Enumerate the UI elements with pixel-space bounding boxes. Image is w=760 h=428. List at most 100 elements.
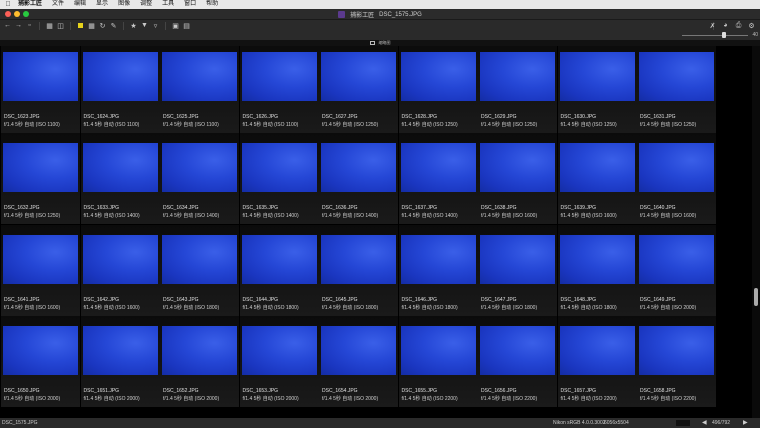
layout-icon[interactable]: ▤ [182,21,191,30]
thumbnail-image[interactable] [162,52,237,101]
thumbnail-image[interactable] [400,325,476,375]
settings-icon[interactable]: ⚙ [747,21,756,30]
thumbnail-cell[interactable]: DSC_1647.JPG f/1.4 5秒 自动 (ISO 1800) [478,224,557,316]
thumbnail-image[interactable] [400,143,476,193]
menu-file[interactable]: 文件 [47,0,69,9]
thumbnail-image[interactable] [162,143,237,193]
thumbnail-image[interactable] [639,234,714,284]
thumbnail-image[interactable] [162,325,237,375]
thumbnail-image[interactable] [3,143,78,193]
thumbnail-image[interactable] [82,143,158,193]
thumbnail-image[interactable] [241,325,317,375]
thumbnail-cell[interactable]: DSC_1658.JPG f/1.4 5秒 自动 (ISO 2200) [637,315,716,407]
thumbnail-image[interactable] [639,143,714,193]
thumbnail-cell[interactable]: DSC_1646.JPG f/1.4 5秒 自动 (ISO 1800) [398,224,478,316]
thumbnail-cell[interactable]: DSC_1634.JPG f/1.4 5秒 自动 (ISO 1400) [160,133,239,225]
menu-image[interactable]: 图像 [113,0,135,9]
thumbnail-cell[interactable]: DSC_1638.JPG f/1.4 5秒 自动 (ISO 1600) [478,133,557,225]
slideshow-icon[interactable]: ▣ [171,21,180,30]
vertical-scrollbar[interactable] [752,46,760,418]
thumbnail-cell[interactable]: DSC_1641.JPG f/1.4 5秒 自动 (ISO 1600) [1,224,80,316]
thumbnail-cell[interactable]: DSC_1626.JPG f/1.4 5秒 自动 (ISO 1100) [239,46,319,133]
thumbnail-cell[interactable]: DSC_1639.JPG f/1.4 5秒 自动 (ISO 1600) [557,133,637,225]
thumbnail-cell[interactable]: DSC_1632.JPG f/1.4 5秒 自动 (ISO 1250) [1,133,80,225]
thumbnail-cell[interactable]: DSC_1649.JPG f/1.4 5秒 自动 (ISO 2000) [637,224,716,316]
thumbnail-image[interactable] [321,234,396,284]
thumbnail-image[interactable] [639,325,714,375]
thumbnail-cell[interactable]: DSC_1623.JPG f/1.4 5秒 自动 (ISO 1100) [1,46,80,133]
thumbnail-image[interactable] [3,325,78,375]
menu-help[interactable]: 帮助 [201,0,223,9]
thumbnail-size-slider[interactable] [682,35,748,36]
thumbnail-image[interactable] [559,234,635,284]
thumbnail-cell[interactable]: DSC_1654.JPG f/1.4 5秒 自动 (ISO 2000) [319,315,398,407]
thumbnail-cell[interactable]: DSC_1633.JPG f/1.4 5秒 自动 (ISO 1400) [80,133,160,225]
thumbnail-size-slider-knob[interactable] [722,32,726,38]
thumbnail-cell[interactable]: DSC_1636.JPG f/1.4 5秒 自动 (ISO 1400) [319,133,398,225]
thumbnail-cell[interactable]: DSC_1630.JPG f/1.4 5秒 自动 (ISO 1250) [557,46,637,133]
thumbnail-cell[interactable]: DSC_1628.JPG f/1.4 5秒 自动 (ISO 1250) [398,46,478,133]
thumbnail-image[interactable] [3,234,78,284]
thumbnail-image[interactable] [321,143,396,193]
thumbnail-cell[interactable]: DSC_1656.JPG f/1.4 5秒 自动 (ISO 2200) [478,315,557,407]
thumbnail-image[interactable] [480,143,555,193]
thumbnail-cell[interactable]: DSC_1655.JPG f/1.4 5秒 自动 (ISO 2200) [398,315,478,407]
edit-icon[interactable]: ✎ [109,21,118,30]
thumbnail-cell[interactable]: DSC_1650.JPG f/1.4 5秒 自动 (ISO 2000) [1,315,80,407]
thumbnail-image[interactable] [559,325,635,375]
menu-app[interactable]: 捕影工匠 [13,0,47,9]
color-label-icon[interactable] [76,21,85,30]
thumbnail-image[interactable] [321,325,396,375]
thumbnail-cell[interactable]: DSC_1625.JPG f/1.4 5秒 自动 (ISO 1100) [160,46,239,133]
thumbnail-cell[interactable]: DSC_1627.JPG f/1.4 5秒 自动 (ISO 1250) [319,46,398,133]
thumbnail-image[interactable] [559,143,635,193]
thumbnail-image[interactable] [241,143,317,193]
menu-tools[interactable]: 工具 [157,0,179,9]
histogram-icon[interactable]: ▦ [87,21,96,30]
thumbnail-cell[interactable]: DSC_1631.JPG f/1.4 5秒 自动 (ISO 1250) [637,46,716,133]
back-arrow-icon[interactable]: ← [3,21,12,30]
print-icon[interactable]: ⎙ [734,21,743,30]
thumbnail-cell[interactable]: DSC_1651.JPG f/1.4 5秒 自动 (ISO 2000) [80,315,160,407]
thumbnail-cell[interactable]: DSC_1629.JPG f/1.4 5秒 自动 (ISO 1250) [478,46,557,133]
thumbnail-image[interactable] [162,234,237,284]
thumbnail-image[interactable] [321,52,396,101]
thumbnail-cell[interactable]: DSC_1640.JPG f/1.4 5秒 自动 (ISO 1600) [637,133,716,225]
menu-view[interactable]: 显示 [91,0,113,9]
compare-view-icon[interactable]: ◫ [56,21,65,30]
thumbnail-image[interactable] [480,52,555,101]
thumbnail-cell[interactable]: DSC_1645.JPG f/1.4 5秒 自动 (ISO 1800) [319,224,398,316]
filter-icon[interactable]: ▼ [140,21,149,30]
thumbnail-cell[interactable]: DSC_1653.JPG f/1.4 5秒 自动 (ISO 2000) [239,315,319,407]
thumbnail-image[interactable] [82,52,158,101]
thumbnail-image[interactable] [480,325,555,375]
thumbnail-cell[interactable]: DSC_1624.JPG f/1.4 5秒 自动 (ISO 1100) [80,46,160,133]
thumbnail-image[interactable] [241,234,317,284]
thumbnail-image[interactable] [639,52,714,101]
menu-edit[interactable]: 编辑 [69,0,91,9]
thumbnail-image[interactable] [82,234,158,284]
thumbnail-cell[interactable]: DSC_1652.JPG f/1.4 5秒 自动 (ISO 2000) [160,315,239,407]
star-icon[interactable]: ★ [129,21,138,30]
apple-menu-icon[interactable]:  [3,1,13,8]
thumbnail-image[interactable] [559,52,635,101]
thumbnail-cell[interactable]: DSC_1635.JPG f/1.4 5秒 自动 (ISO 1400) [239,133,319,225]
menu-adjust[interactable]: 调整 [135,0,157,9]
previous-image-icon[interactable]: ◀ [702,419,707,426]
grid-view-icon[interactable]: ▦ [45,21,54,30]
share-icon[interactable]: ◕ [721,21,730,30]
thumbnail-cell[interactable]: DSC_1644.JPG f/1.4 5秒 自动 (ISO 1800) [239,224,319,316]
thumbnail-image[interactable] [241,52,317,101]
forward-arrow-icon[interactable]: → [14,21,23,30]
thumbnail-cell[interactable]: DSC_1643.JPG f/1.4 5秒 自动 (ISO 1800) [160,224,239,316]
thumbnail-image[interactable] [400,52,476,101]
sort-icon[interactable]: ▿ [151,21,160,30]
folder-icon[interactable]: ▫ [25,21,34,30]
next-image-icon[interactable]: ▶ [743,419,748,426]
thumbnail-cell[interactable]: DSC_1637.JPG f/1.4 5秒 自动 (ISO 1400) [398,133,478,225]
thumbnail-cell[interactable]: DSC_1657.JPG f/1.4 5秒 自动 (ISO 2200) [557,315,637,407]
thumbnail-cell[interactable]: DSC_1642.JPG f/1.4 5秒 自动 (ISO 1600) [80,224,160,316]
rotate-icon[interactable]: ↻ [98,21,107,30]
metadata-icon[interactable]: ✗ [708,21,717,30]
thumbnail-image[interactable] [400,234,476,284]
